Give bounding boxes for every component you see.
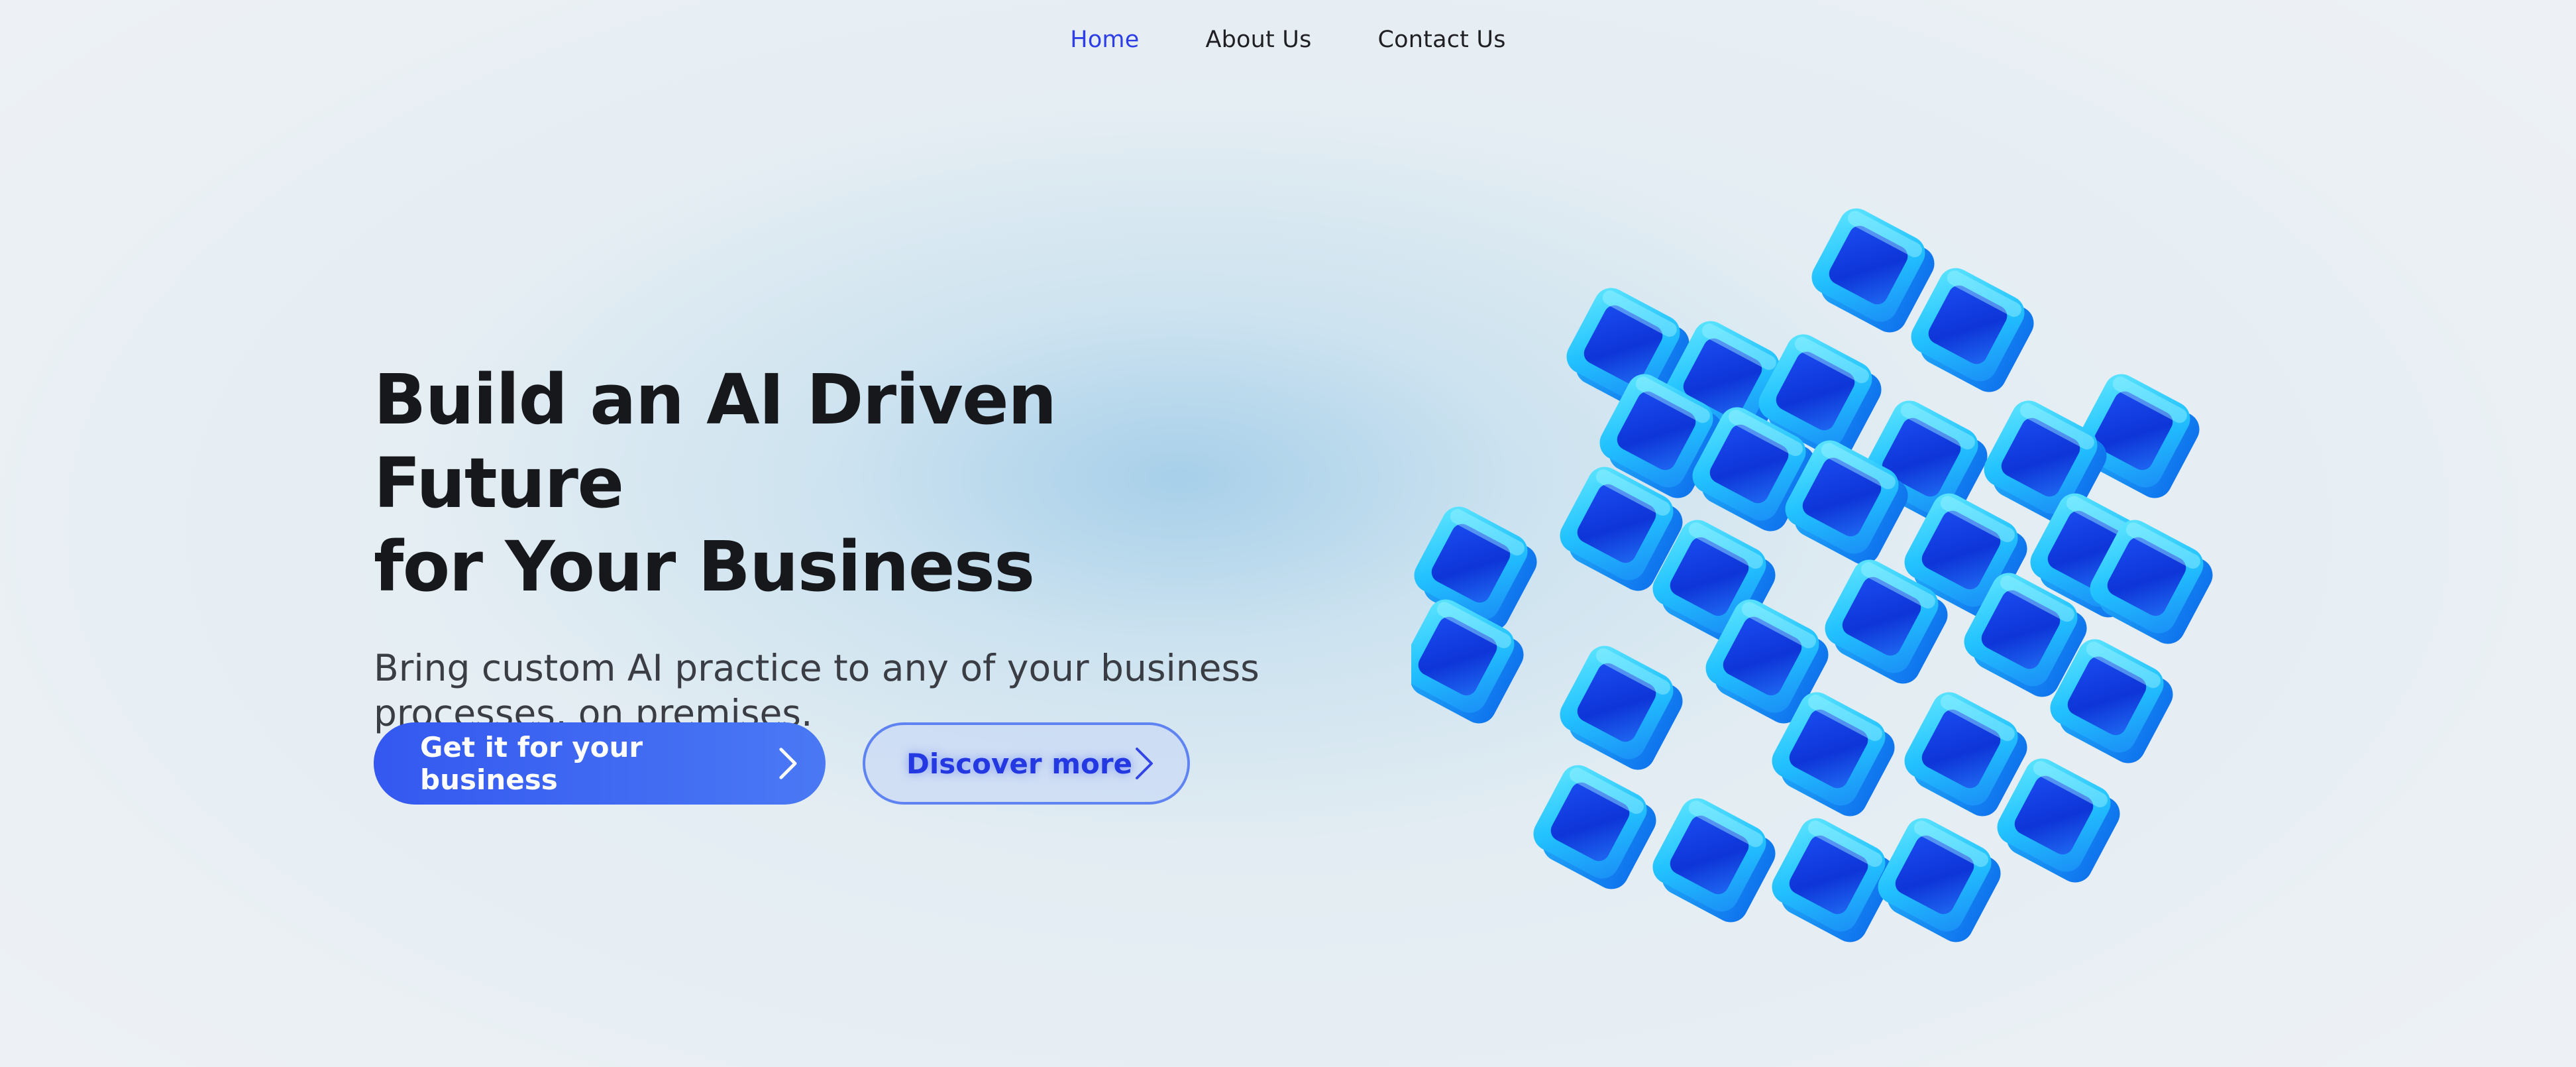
get-it-button-label: Get it for your business: [420, 731, 643, 796]
nav-home-link[interactable]: Home: [1070, 27, 1139, 53]
blue-cubes-illustration: [1411, 202, 2219, 948]
chevron-right-icon: [779, 748, 797, 779]
chevron-right-icon: [1136, 748, 1153, 779]
hero-title: Build an AI Driven Future for Your Busin…: [374, 358, 1315, 608]
get-it-for-your-business-button[interactable]: Get it for your business: [374, 722, 826, 805]
hero-title-line-2: for Your Business: [374, 526, 1035, 607]
discover-more-button[interactable]: Discover more: [863, 722, 1190, 805]
top-nav: Home About Us Contact Us: [0, 20, 2576, 60]
discover-more-button-label: Discover more: [906, 747, 1133, 780]
nav-contact-link[interactable]: Contact Us: [1378, 27, 1506, 53]
nav-about-link[interactable]: About Us: [1205, 27, 1311, 53]
hero-buttons: Get it for your business Discover more: [374, 722, 1190, 805]
hero-title-line-1: Build an AI Driven Future: [374, 359, 1057, 524]
hero-subtitle-line-1: Bring custom AI practice to any of your …: [374, 647, 1260, 689]
hero-section: Build an AI Driven Future for Your Busin…: [374, 358, 1315, 736]
